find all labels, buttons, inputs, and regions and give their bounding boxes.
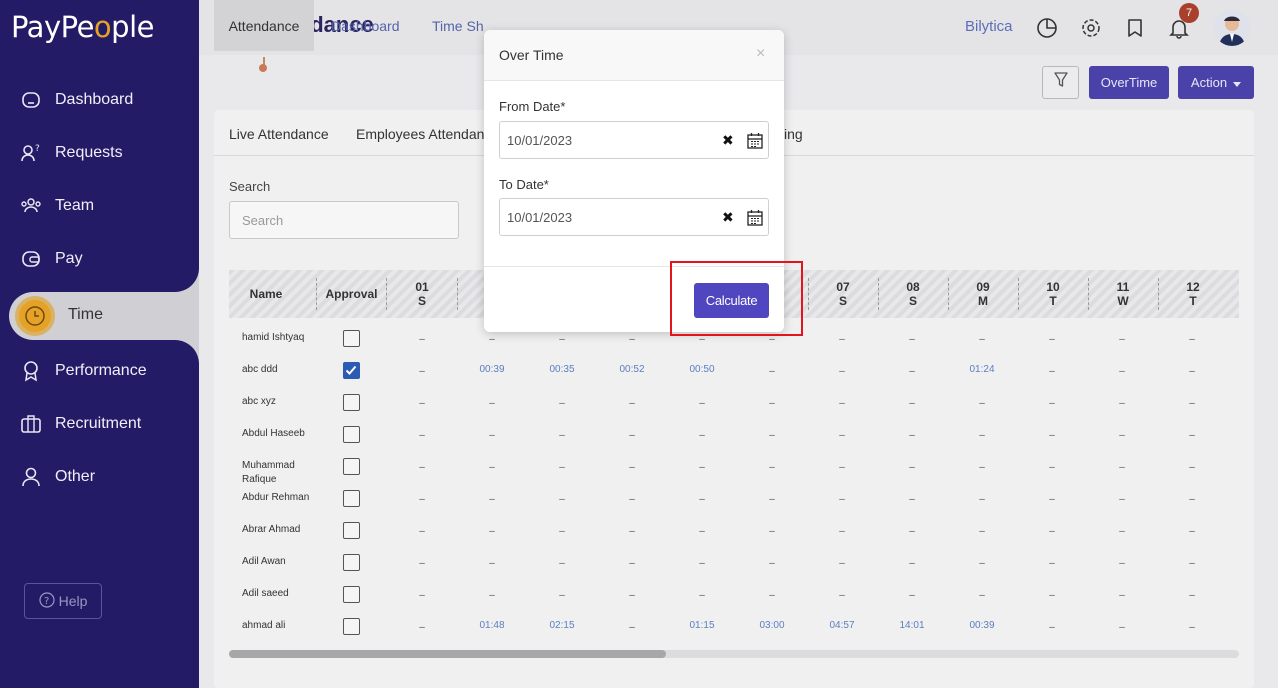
clear-icon[interactable]: ✖ — [722, 132, 734, 149]
calendar-icon[interactable] — [747, 209, 763, 231]
from-date-label: From Date* — [499, 99, 566, 114]
clear-icon[interactable]: ✖ — [722, 209, 734, 226]
highlight-box — [670, 261, 803, 336]
modal-title: Over Time — [499, 47, 564, 63]
calendar-icon[interactable] — [747, 132, 763, 154]
to-date-label: To Date* — [499, 177, 549, 192]
close-icon[interactable]: × — [756, 45, 765, 63]
